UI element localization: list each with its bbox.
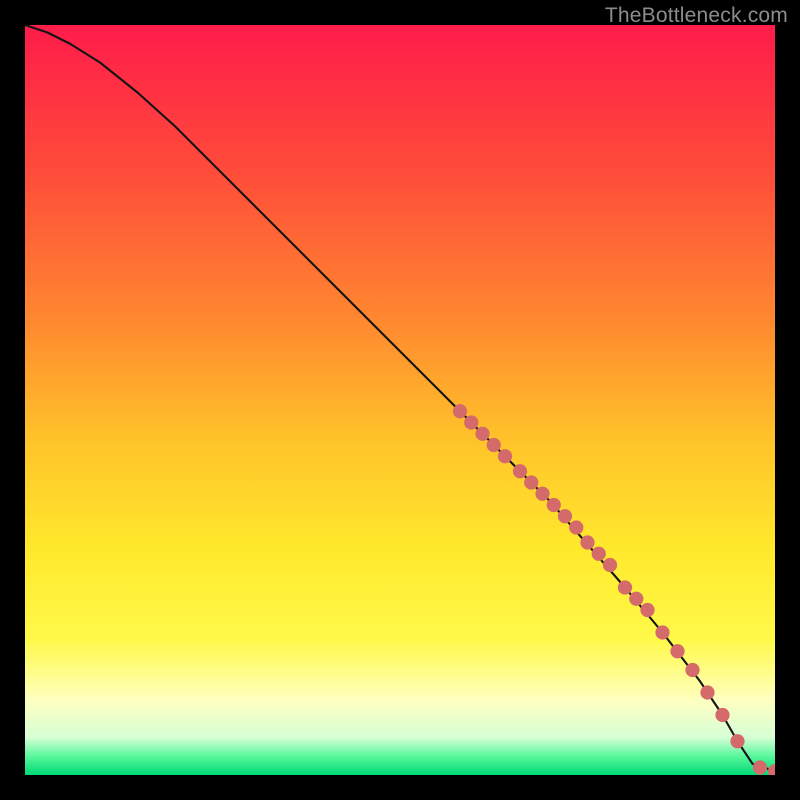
chart-stage: TheBottleneck.com	[0, 0, 800, 800]
marker-point	[603, 558, 617, 572]
marker-point	[558, 509, 572, 523]
marker-point	[618, 580, 632, 594]
marker-point	[487, 438, 501, 452]
marker-point	[685, 663, 699, 677]
marker-point	[730, 734, 744, 748]
marker-point	[715, 708, 729, 722]
marker-point	[640, 603, 654, 617]
marker-point	[498, 449, 512, 463]
marker-point	[464, 415, 478, 429]
marker-point	[700, 685, 714, 699]
gradient-bg	[25, 25, 775, 775]
marker-point	[580, 535, 594, 549]
marker-point	[453, 404, 467, 418]
marker-point	[670, 644, 684, 658]
marker-point	[655, 625, 669, 639]
marker-point	[569, 520, 583, 534]
marker-point	[753, 760, 767, 774]
marker-point	[524, 475, 538, 489]
marker-point	[629, 592, 643, 606]
marker-point	[535, 487, 549, 501]
marker-point	[513, 464, 527, 478]
marker-point	[475, 427, 489, 441]
marker-point	[592, 547, 606, 561]
chart-plot	[25, 25, 775, 775]
marker-point	[547, 498, 561, 512]
